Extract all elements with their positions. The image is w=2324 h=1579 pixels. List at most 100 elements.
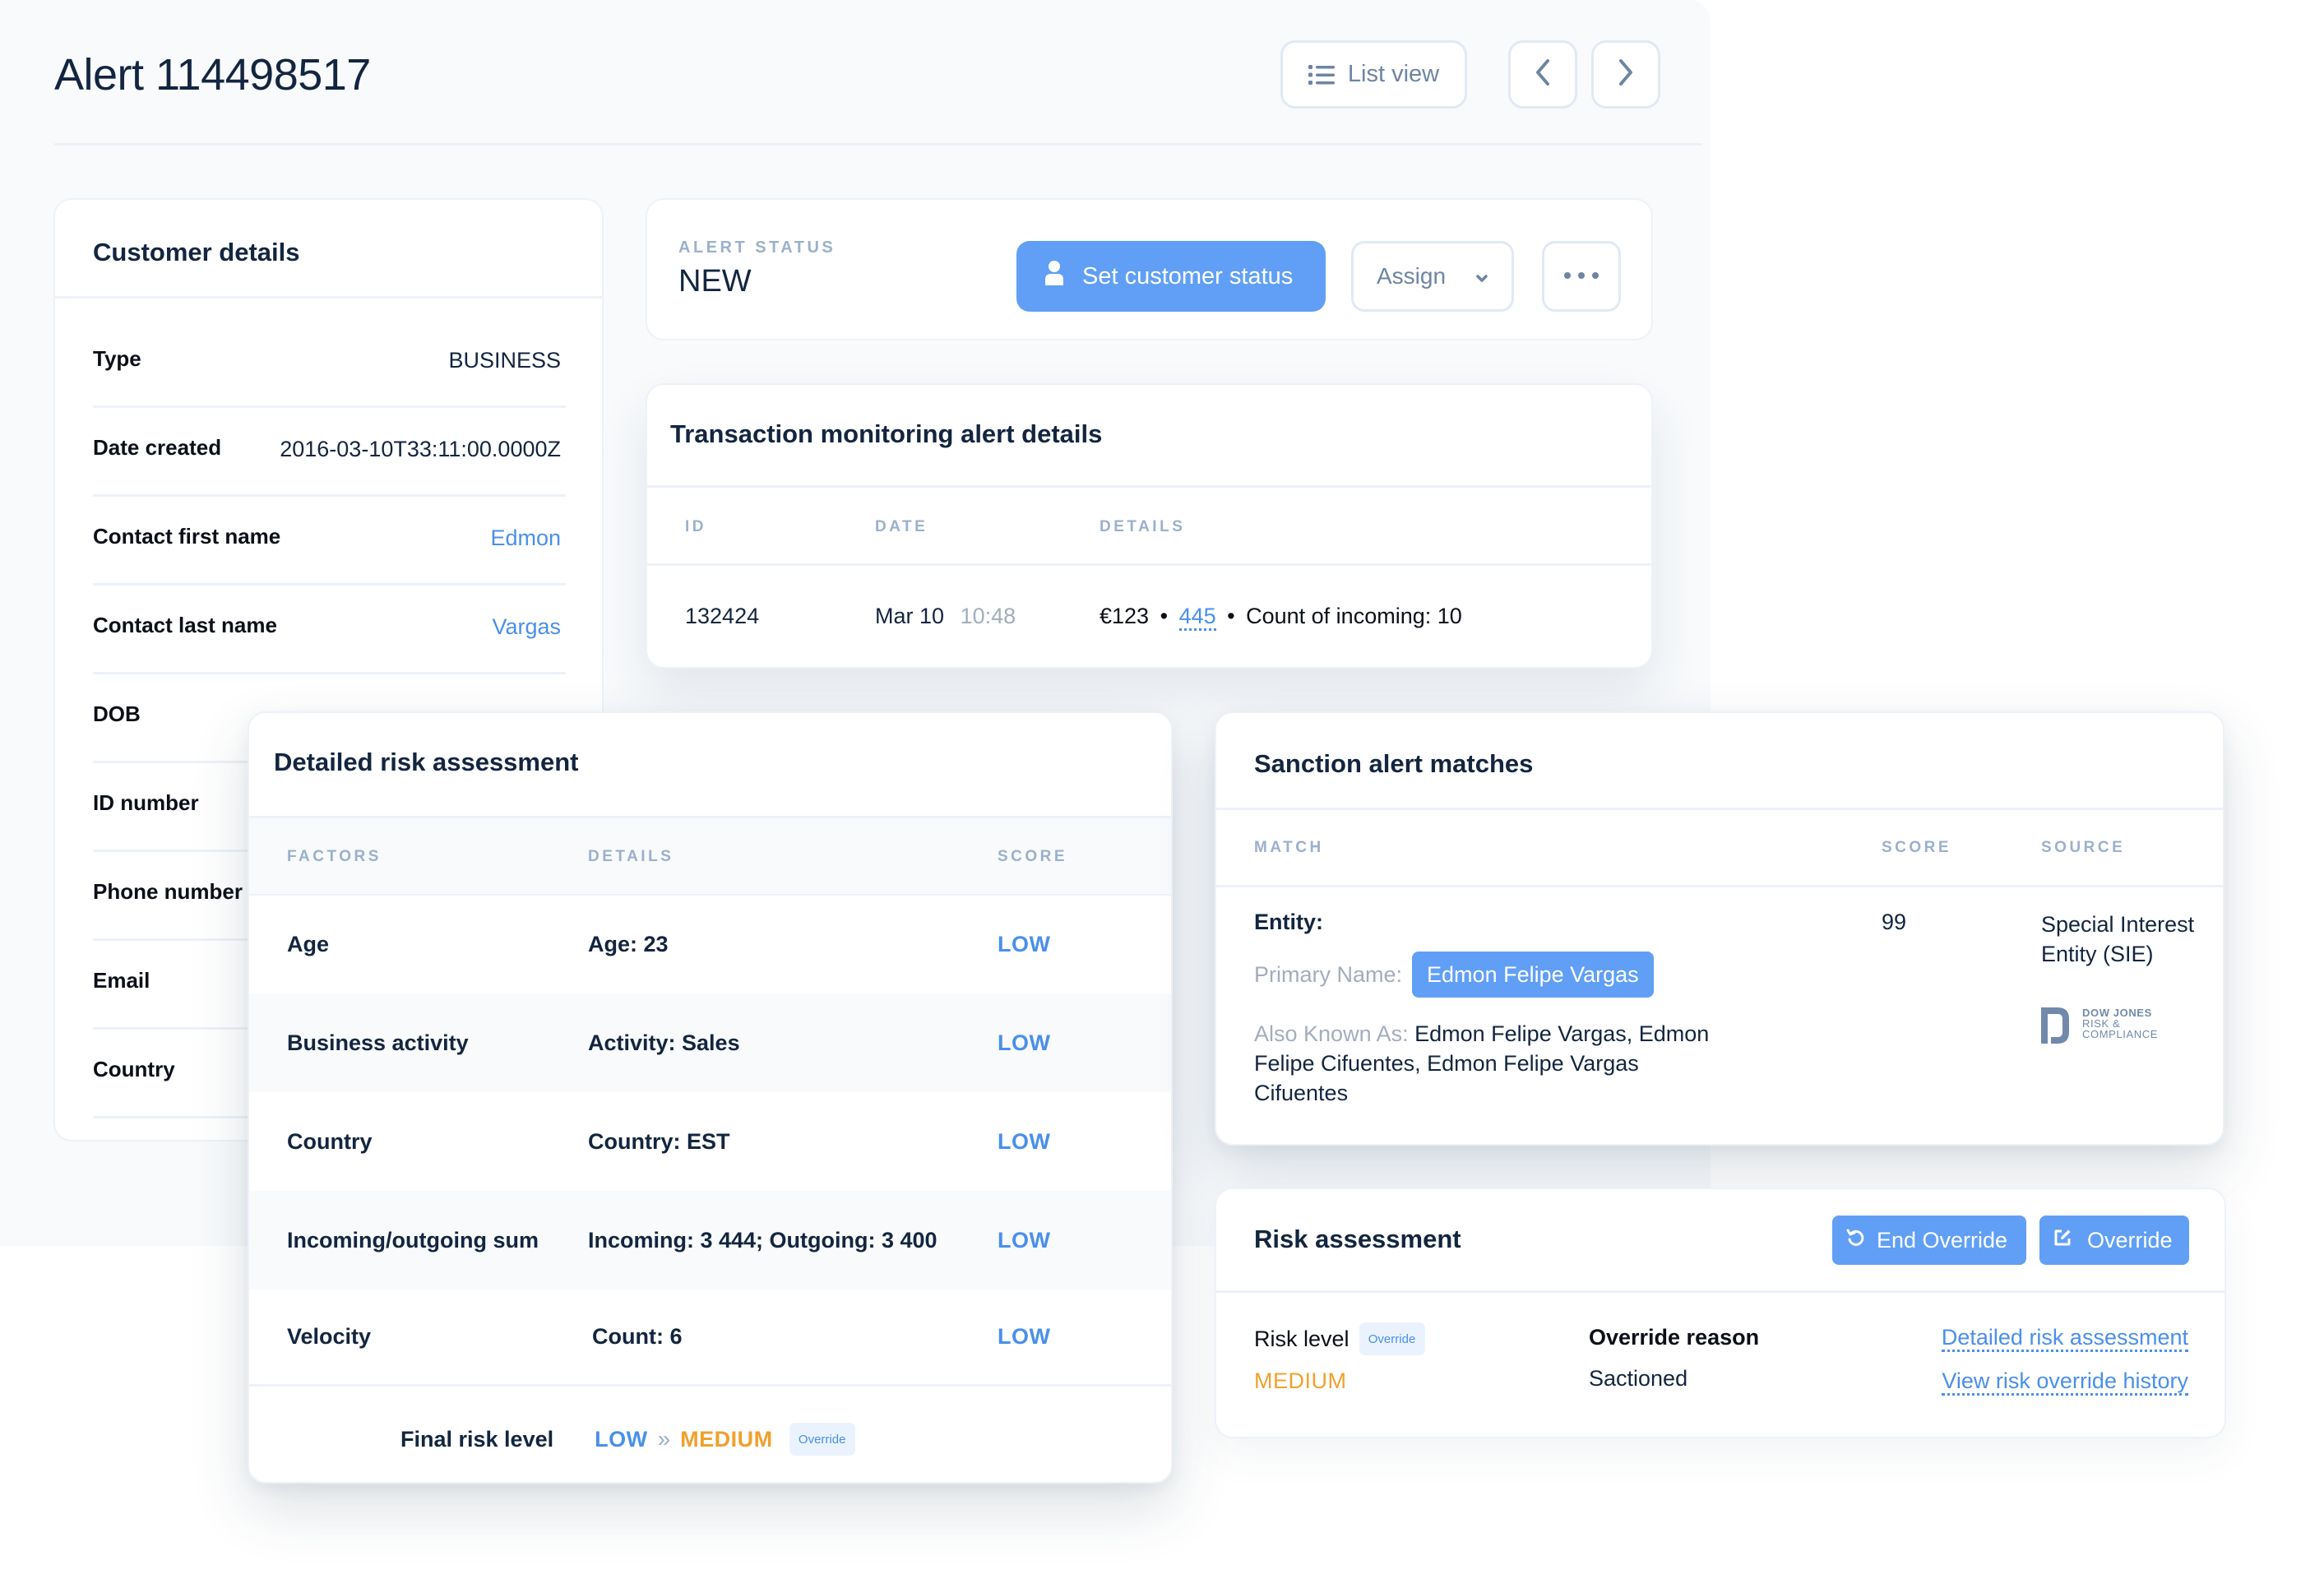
end-override-button[interactable]: End Override bbox=[1832, 1216, 2026, 1265]
transaction-row-divider bbox=[647, 563, 1651, 566]
dow-jones-logo: DOW JONES RISK & COMPLIANCE bbox=[2041, 1007, 2158, 1048]
sanction-table-divider bbox=[1216, 885, 2223, 887]
set-customer-status-button[interactable]: Set customer status bbox=[1016, 241, 1326, 312]
final-risk-to: MEDIUM bbox=[680, 1426, 773, 1452]
also-known-as: Also Known As: Edmon Felipe Vargas, Edmo… bbox=[1254, 1019, 1748, 1108]
detailed-risk-title: Detailed risk assessment bbox=[274, 748, 579, 776]
customer-detail-label: Email bbox=[93, 968, 150, 993]
customer-detail-value[interactable]: Vargas bbox=[492, 614, 561, 640]
primary-name-chip[interactable]: Edmon Felipe Vargas bbox=[1412, 952, 1654, 998]
list-view-button[interactable]: List view bbox=[1280, 40, 1467, 109]
risk-factor-score: LOW bbox=[998, 932, 1051, 956]
assign-dropdown[interactable]: Assign bbox=[1351, 241, 1514, 312]
next-alert-button[interactable] bbox=[1591, 40, 1660, 109]
column-header-score: SCORE bbox=[1882, 839, 1952, 856]
aka-line: Cifuentes bbox=[1254, 1081, 1349, 1105]
column-header-details: DETAILS bbox=[588, 848, 674, 865]
view-risk-override-history-link[interactable]: View risk override history bbox=[1942, 1368, 2188, 1396]
transaction-amount: €123 bbox=[1100, 604, 1150, 628]
override-reason-value: Sactioned bbox=[1589, 1366, 1688, 1391]
final-risk-divider bbox=[249, 1384, 1171, 1387]
customer-details-divider bbox=[55, 296, 602, 299]
header-divider bbox=[54, 143, 1702, 146]
separator-dot: • bbox=[1227, 604, 1235, 628]
alert-status-card: ALERT STATUS NEW Set customer status Ass… bbox=[646, 198, 1653, 340]
transaction-link-445[interactable]: 445 bbox=[1178, 604, 1216, 631]
list-icon bbox=[1308, 64, 1335, 86]
edit-icon bbox=[2053, 1228, 2072, 1253]
sanction-title: Sanction alert matches bbox=[1254, 749, 1534, 778]
override-label: Override bbox=[2087, 1227, 2173, 1253]
risk-factor-name: Business activity bbox=[287, 1030, 469, 1055]
risk-factor-name: Incoming/outgoing sum bbox=[287, 1227, 539, 1253]
risk-factor-details: Age: 23 bbox=[588, 932, 669, 956]
risk-factor-name: Age bbox=[287, 932, 330, 956]
column-header-source: SOURCE bbox=[2041, 839, 2126, 856]
more-actions-button[interactable] bbox=[1542, 241, 1621, 312]
alert-status-value: NEW bbox=[678, 264, 752, 299]
risk-factor-score: LOW bbox=[998, 1128, 1051, 1154]
final-risk-label: Final risk level bbox=[400, 1426, 554, 1452]
column-header-score: SCORE bbox=[998, 848, 1068, 865]
final-risk-override-badge: Override bbox=[789, 1423, 855, 1456]
risk-assessment-title: Risk assessment bbox=[1254, 1225, 1461, 1253]
column-header-id: ID bbox=[685, 518, 706, 535]
separator-dot: • bbox=[1160, 604, 1169, 628]
transaction-id: 132424 bbox=[685, 604, 760, 628]
final-risk-from: LOW bbox=[595, 1426, 648, 1452]
column-header-factors: FACTORS bbox=[287, 848, 382, 865]
risk-factor-details: Count: 6 bbox=[592, 1324, 683, 1349]
customer-details-title: Customer details bbox=[93, 238, 300, 266]
override-button[interactable]: Override bbox=[2039, 1216, 2189, 1265]
detailed-risk-assessment-link[interactable]: Detailed risk assessment bbox=[1941, 1325, 2188, 1352]
aka-line: Felipe Cifuentes, Edmon Felipe Vargas bbox=[1254, 1051, 1639, 1076]
customer-detail-divider bbox=[93, 583, 566, 586]
customer-detail-value[interactable]: Edmon bbox=[490, 526, 561, 551]
transaction-date: Mar 10 10:48 bbox=[875, 604, 1016, 629]
dow-jones-text: DOW JONES RISK & COMPLIANCE bbox=[2082, 1007, 2158, 1040]
risk-factor-row: Age Age: 23 LOW bbox=[249, 896, 1171, 993]
risk-factor-name: Country bbox=[287, 1128, 373, 1154]
transaction-time: 10:48 bbox=[960, 604, 1016, 628]
detailed-risk-assessment-link-wrap: Detailed risk assessment bbox=[1941, 1325, 2188, 1352]
user-icon bbox=[1044, 260, 1064, 293]
chevron-right-icon bbox=[1618, 58, 1634, 90]
column-header-match: MATCH bbox=[1254, 839, 1324, 856]
undo-icon bbox=[1845, 1228, 1865, 1253]
sanction-alert-matches-card: Sanction alert matches MATCH SCORE SOURC… bbox=[1215, 711, 2224, 1146]
chevron-left-icon bbox=[1535, 58, 1551, 90]
dow-jones-d-icon bbox=[2041, 1007, 2069, 1048]
risk-assessment-divider bbox=[1216, 1290, 2224, 1293]
entity-label: Entity: bbox=[1254, 910, 1323, 934]
transaction-date-day: Mar 10 bbox=[875, 604, 945, 628]
double-chevron-right-icon: » bbox=[657, 1426, 671, 1452]
risk-factor-score: LOW bbox=[998, 1324, 1051, 1349]
customer-detail-value: 2016-03-10T33:11:00.0000Z bbox=[280, 437, 561, 461]
customer-detail-divider bbox=[93, 672, 566, 674]
risk-factor-score: LOW bbox=[998, 1030, 1051, 1055]
previous-alert-button[interactable] bbox=[1508, 40, 1577, 109]
customer-detail-label: Type bbox=[93, 346, 141, 371]
customer-detail-label: Contact last name bbox=[93, 613, 277, 637]
risk-assessment-card: Risk assessment End Override Override Ri… bbox=[1215, 1188, 2226, 1438]
customer-detail-divider bbox=[93, 494, 566, 497]
transaction-monitoring-card: Transaction monitoring alert details ID … bbox=[646, 383, 1653, 669]
assign-label: Assign bbox=[1376, 263, 1447, 289]
match-source: Special Interest Entity (SIE) bbox=[2041, 912, 2195, 966]
chevron-down-icon bbox=[1475, 263, 1488, 289]
risk-level-value: MEDIUM bbox=[1254, 1368, 1347, 1393]
match-score: 99 bbox=[1882, 910, 1907, 934]
risk-level-label-row: Risk level Override bbox=[1254, 1321, 1425, 1357]
detailed-risk-column-header-row: FACTORS DETAILS SCORE bbox=[249, 818, 1171, 894]
column-header-date: DATE bbox=[875, 518, 928, 535]
customer-detail-divider bbox=[93, 405, 566, 408]
view-risk-override-history-link-wrap: View risk override history bbox=[1942, 1368, 2188, 1396]
risk-level-override-badge: Override bbox=[1359, 1322, 1425, 1355]
override-reason-label: Override reason bbox=[1589, 1325, 1760, 1350]
more-horizontal-icon bbox=[1563, 269, 1599, 284]
detailed-risk-assessment-card: Detailed risk assessment FACTORS DETAILS… bbox=[248, 711, 1173, 1484]
customer-detail-label: Phone number bbox=[93, 879, 243, 904]
list-view-label: List view bbox=[1347, 61, 1440, 87]
risk-level-label: Risk level bbox=[1254, 1326, 1349, 1351]
transaction-title: Transaction monitoring alert details bbox=[670, 419, 1103, 448]
